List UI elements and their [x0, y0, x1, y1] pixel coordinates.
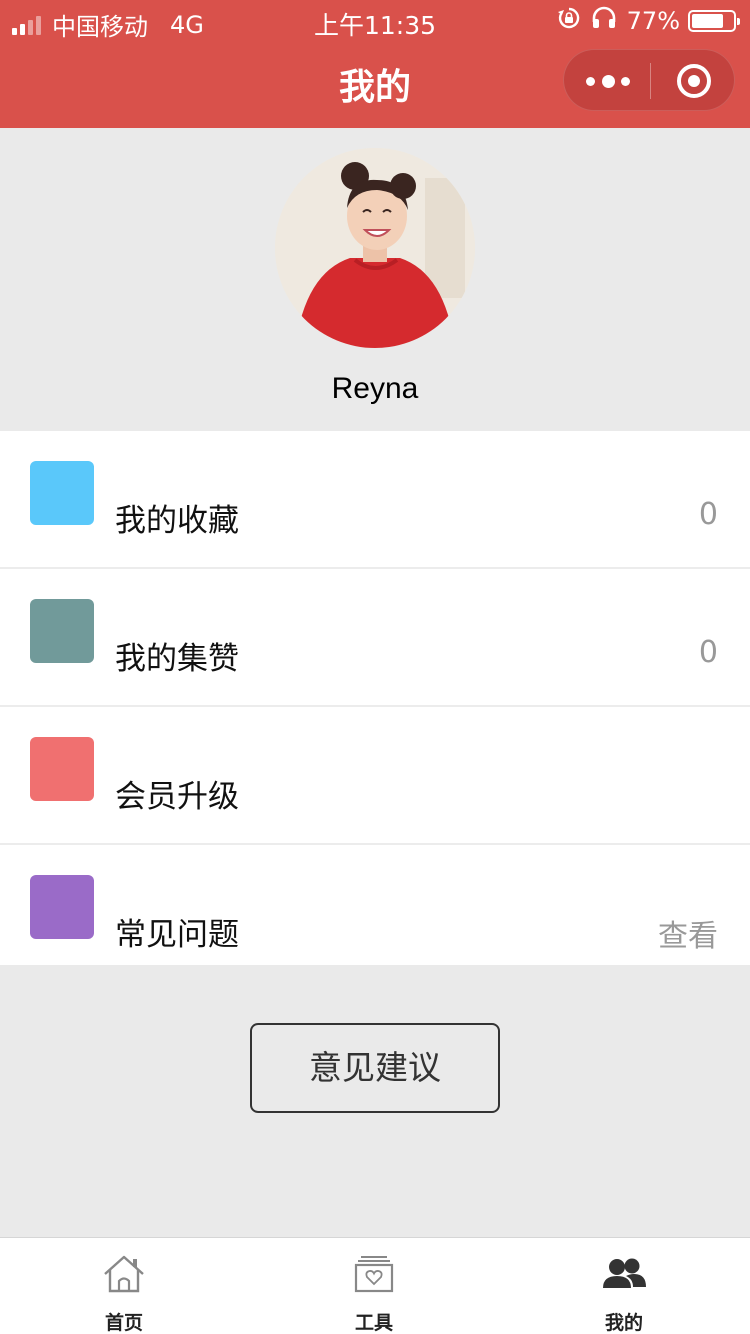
tab-home[interactable]: 首页: [64, 1238, 184, 1334]
feedback-button[interactable]: 意见建议: [250, 1023, 500, 1113]
tools-icon: [352, 1254, 396, 1294]
menu-item-faq[interactable]: 常见问题 查看: [0, 845, 750, 965]
menu-item-label: 我的集赞: [115, 641, 239, 677]
avatar[interactable]: [275, 148, 475, 348]
users-icon: [602, 1254, 646, 1294]
close-target-icon[interactable]: [677, 64, 711, 98]
tab-label: 首页: [104, 1312, 143, 1334]
menu-item-membership[interactable]: 会员升级: [0, 707, 750, 845]
profile-section: Reyna: [0, 128, 750, 431]
rotation-lock-icon: [557, 6, 581, 36]
home-icon: [102, 1254, 146, 1294]
more-icon[interactable]: [586, 69, 630, 93]
menu-item-label: 我的收藏: [115, 503, 239, 539]
menu-list: 我的收藏 0 我的集赞 0 会员升级 常见问题 查看: [0, 431, 750, 965]
menu-item-view-link[interactable]: 查看: [658, 911, 718, 955]
menu-item-label: 常见问题: [115, 917, 239, 953]
menu-item-label: 会员升级: [115, 779, 239, 815]
menu-item-likes[interactable]: 我的集赞 0: [0, 569, 750, 707]
mini-program-capsule: [563, 49, 735, 111]
likes-icon: [30, 599, 94, 663]
header: 中国移动 4G 上午11:35 77% 我的: [0, 0, 750, 128]
capsule-divider: [650, 63, 651, 99]
tab-label: 我的: [604, 1312, 643, 1334]
username: Reyna: [331, 372, 419, 405]
favorites-icon: [30, 461, 94, 525]
tab-tools[interactable]: 工具: [314, 1238, 434, 1334]
battery-percent: 77%: [626, 7, 680, 35]
status-bar: 中国移动 4G 上午11:35 77%: [0, 0, 750, 41]
tab-mine[interactable]: 我的: [564, 1238, 684, 1334]
faq-icon: [30, 875, 94, 939]
battery-icon: [688, 10, 740, 32]
membership-icon: [30, 737, 94, 801]
menu-item-value: 0: [698, 635, 718, 670]
menu-item-favorites[interactable]: 我的收藏 0: [0, 431, 750, 569]
battery-fill: [692, 14, 723, 28]
status-right: 77%: [557, 6, 740, 36]
headphones-icon: [591, 6, 617, 36]
menu-item-value: 0: [698, 497, 718, 532]
tab-label: 工具: [354, 1312, 393, 1334]
tab-bar: 首页 工具 我的: [0, 1237, 750, 1334]
